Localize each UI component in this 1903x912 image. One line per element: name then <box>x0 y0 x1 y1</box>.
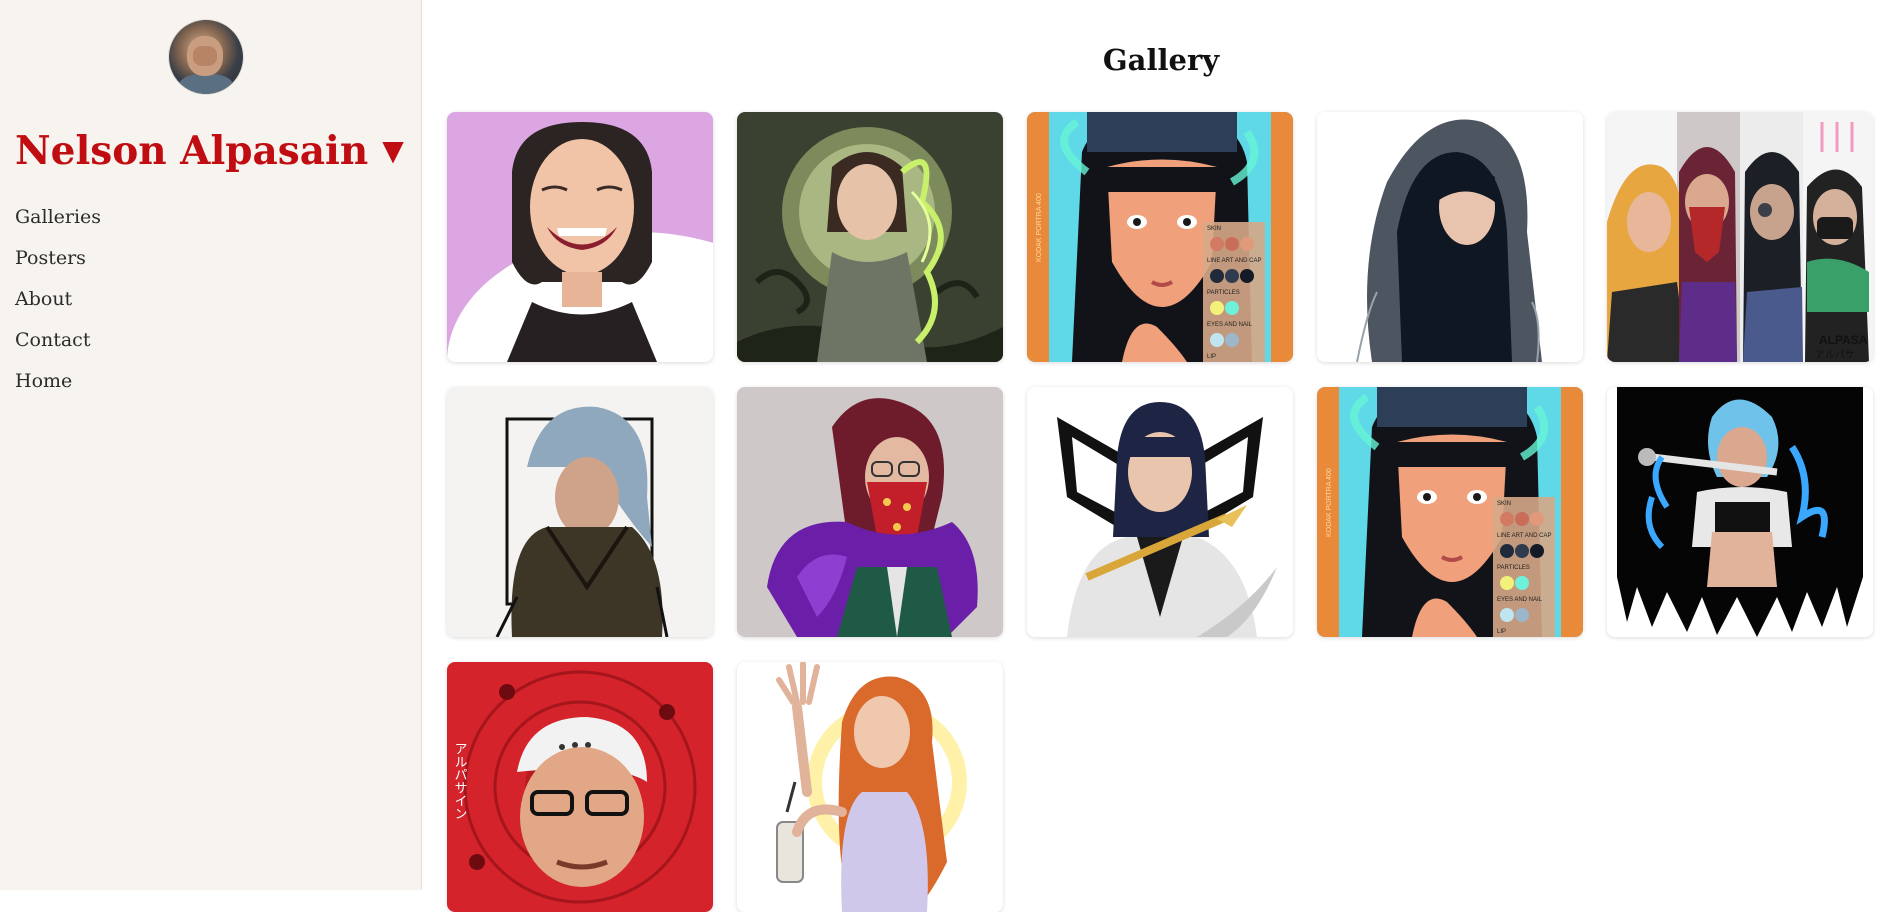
gallery-image-12[interactable] <box>737 662 1003 912</box>
palette-label-particles: PARTICLES <box>1497 565 1530 571</box>
film-strip-label: KODAK PORTRA 400 <box>1036 193 1043 262</box>
sidebar: Nelson Alpasain ▼ Galleries Posters Abou… <box>0 0 422 890</box>
nav-link-posters[interactable]: Posters <box>15 245 101 286</box>
gallery-image-9[interactable]: KODAK PORTRA 400 SKIN LINE ART AND CAP P… <box>1317 387 1583 637</box>
palette-label-skin: SKIN <box>1497 501 1511 507</box>
palette-label-particles: PARTICLES <box>1207 290 1240 296</box>
gallery-image-6[interactable] <box>447 387 713 637</box>
portrait-image <box>1027 387 1293 637</box>
gallery-image-8[interactable] <box>1027 387 1293 637</box>
palette-label-line-art: LINE ART AND CAP <box>1207 258 1261 264</box>
gallery-image-2[interactable] <box>737 112 1003 362</box>
site-title-text: Nelson Alpasain <box>15 128 369 174</box>
nav-link-galleries[interactable]: Galleries <box>15 204 101 245</box>
portrait-image: ALPASA アルパサ <box>1607 112 1873 362</box>
vertical-kana-text: アルパサイン <box>452 742 468 820</box>
portrait-image <box>1317 112 1583 362</box>
gallery-image-5[interactable]: ALPASA アルパサ <box>1607 112 1873 362</box>
palette-label-skin: SKIN <box>1207 226 1221 232</box>
caret-down-icon: ▼ <box>382 134 404 167</box>
film-strip-label: KODAK PORTRA 400 <box>1326 468 1333 537</box>
portrait-image <box>737 662 1003 912</box>
palette-label-lip: LIP <box>1207 354 1216 360</box>
main-content: Gallery KODAK PORTRA 400 SKIN LINE ART A… <box>423 0 1903 912</box>
avatar-hand <box>193 46 217 66</box>
gallery-image-3[interactable]: KODAK PORTRA 400 SKIN LINE ART AND CAP P… <box>1027 112 1293 362</box>
portrait-image <box>447 387 713 637</box>
portrait-image <box>1607 387 1873 637</box>
nav-link-home[interactable]: Home <box>15 368 101 409</box>
gallery-image-10[interactable] <box>1607 387 1873 637</box>
palette-label-lip: LIP <box>1497 629 1506 635</box>
portrait-image <box>447 112 713 362</box>
avatar-shirt <box>179 74 233 94</box>
portrait-image <box>737 112 1003 362</box>
nav-link-about[interactable]: About <box>15 286 101 327</box>
portrait-image: KODAK PORTRA 400 SKIN LINE ART AND CAP P… <box>1027 112 1293 362</box>
gallery-image-1[interactable] <box>447 112 713 362</box>
portrait-image <box>737 387 1003 637</box>
palette-label-line-art: LINE ART AND CAP <box>1497 533 1551 539</box>
gallery-image-4[interactable] <box>1317 112 1583 362</box>
profile-avatar[interactable] <box>169 20 243 94</box>
nav-link-contact[interactable]: Contact <box>15 327 101 368</box>
page-title: Gallery <box>1102 43 1220 77</box>
gallery-image-11[interactable]: アルパサイン <box>447 662 713 912</box>
gallery-image-7[interactable] <box>737 387 1003 637</box>
palette-label-eyes: EYES AND NAIL <box>1497 597 1543 603</box>
site-title-dropdown[interactable]: Nelson Alpasain ▼ <box>15 128 404 174</box>
palette-label-eyes: EYES AND NAIL <box>1207 322 1253 328</box>
artist-kana-text: アルパサ <box>1815 349 1855 361</box>
portrait-image: KODAK PORTRA 400 SKIN LINE ART AND CAP P… <box>1317 387 1583 637</box>
sidebar-nav: Galleries Posters About Contact Home <box>15 204 101 409</box>
portrait-image: アルパサイン <box>447 662 713 912</box>
artist-brand-text: ALPASA <box>1819 333 1868 347</box>
